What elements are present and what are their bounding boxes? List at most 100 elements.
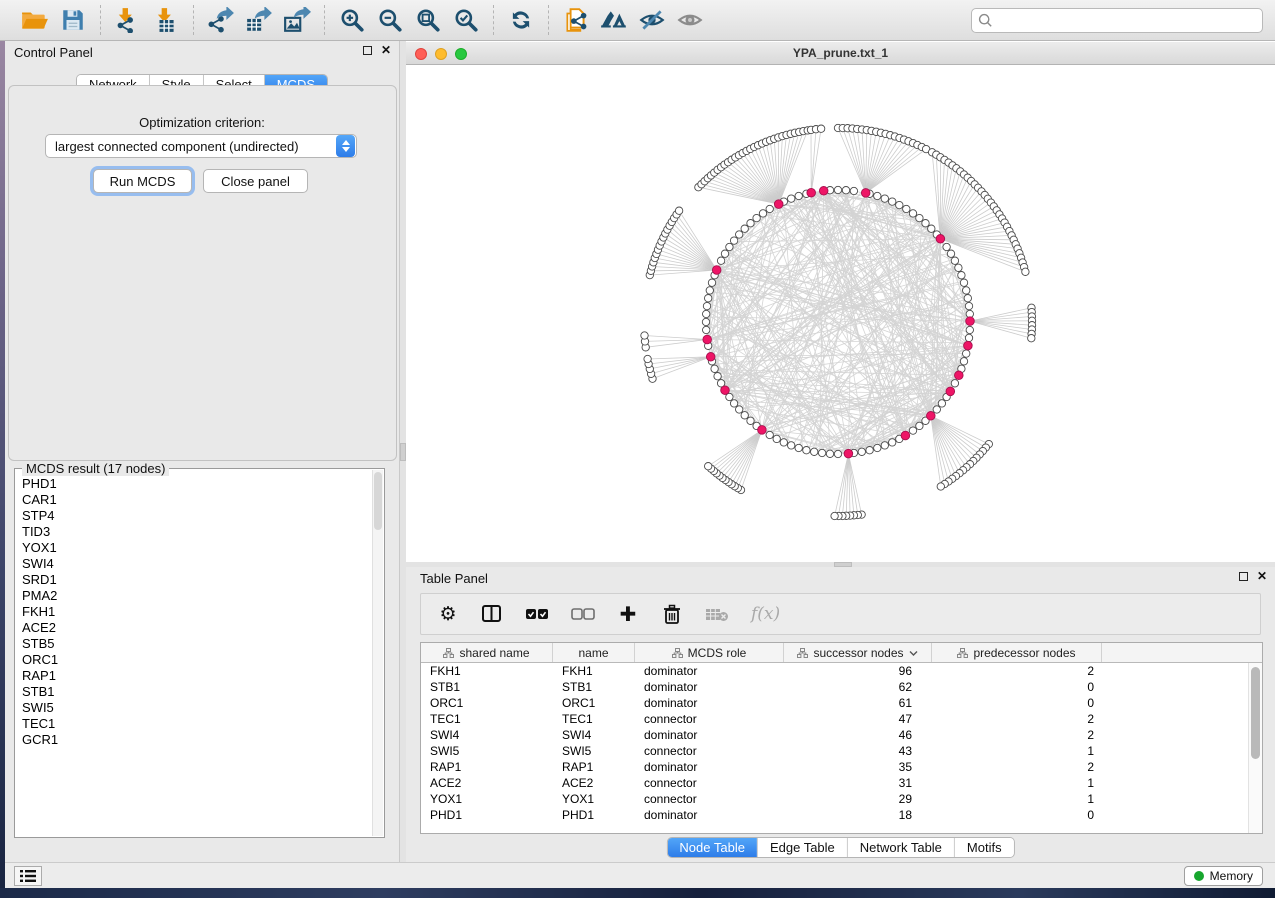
graph-node[interactable] bbox=[943, 243, 950, 250]
table-row[interactable]: SWI4SWI4dominator462 bbox=[421, 727, 1248, 743]
graph-node[interactable] bbox=[889, 439, 896, 446]
graph-node[interactable] bbox=[937, 483, 944, 490]
graph-node[interactable] bbox=[788, 195, 795, 202]
graph-node[interactable] bbox=[866, 447, 873, 454]
graph-hub-node[interactable] bbox=[774, 200, 783, 209]
tab-edge-table[interactable]: Edge Table bbox=[758, 838, 848, 857]
graph-node[interactable] bbox=[933, 406, 940, 413]
graph-node[interactable] bbox=[858, 448, 865, 455]
table-row[interactable]: TEC1TEC1connector472 bbox=[421, 711, 1248, 727]
mcds-result-item[interactable]: FKH1 bbox=[22, 604, 372, 620]
zoom-fit-button[interactable] bbox=[413, 5, 443, 35]
graph-node[interactable] bbox=[965, 302, 972, 309]
column-header-name[interactable]: name bbox=[553, 643, 635, 662]
graph-node[interactable] bbox=[963, 350, 970, 357]
graph-node[interactable] bbox=[881, 442, 888, 449]
graph-node[interactable] bbox=[834, 186, 841, 193]
graph-node[interactable] bbox=[965, 334, 972, 341]
graph-node[interactable] bbox=[850, 187, 857, 194]
network-window-titlebar[interactable]: YPA_prune.txt_1 bbox=[406, 42, 1275, 65]
graph-hub-node[interactable] bbox=[703, 335, 712, 344]
mcds-result-item[interactable]: SRD1 bbox=[22, 572, 372, 588]
table-row[interactable]: ACE2ACE2connector311 bbox=[421, 775, 1248, 791]
graph-node[interactable] bbox=[958, 272, 965, 279]
graph-hub-node[interactable] bbox=[758, 426, 767, 435]
graph-node[interactable] bbox=[741, 412, 748, 419]
graph-node[interactable] bbox=[753, 214, 760, 221]
search-input[interactable] bbox=[971, 8, 1263, 33]
graph-node[interactable] bbox=[1028, 335, 1035, 342]
graph-hub-node[interactable] bbox=[964, 341, 973, 350]
graph-node[interactable] bbox=[881, 195, 888, 202]
close-panel-icon[interactable]: ✕ bbox=[381, 45, 391, 56]
graph-node[interactable] bbox=[947, 250, 954, 257]
graph-hub-node[interactable] bbox=[721, 386, 730, 395]
graph-hub-node[interactable] bbox=[955, 371, 964, 380]
graph-hub-node[interactable] bbox=[712, 266, 721, 275]
float-panel-icon[interactable] bbox=[363, 46, 372, 55]
graph-node[interactable] bbox=[703, 310, 710, 317]
import-network-button[interactable] bbox=[113, 5, 143, 35]
table-row[interactable]: PHD1PHD1dominator180 bbox=[421, 807, 1248, 823]
graph-node[interactable] bbox=[826, 450, 833, 457]
graph-node[interactable] bbox=[874, 444, 881, 451]
graph-node[interactable] bbox=[928, 225, 935, 232]
graph-node[interactable] bbox=[703, 302, 710, 309]
zoom-selected-button[interactable] bbox=[451, 5, 481, 35]
table-settings-button[interactable]: ⚙ bbox=[437, 601, 459, 627]
mcds-result-item[interactable]: TID3 bbox=[22, 524, 372, 540]
table-row[interactable]: STB1STB1dominator620 bbox=[421, 679, 1248, 695]
graph-hub-node[interactable] bbox=[946, 387, 955, 396]
graph-node[interactable] bbox=[896, 201, 903, 208]
clone-network-button[interactable] bbox=[561, 5, 591, 35]
mcds-list-scrollbar[interactable] bbox=[372, 470, 383, 836]
zoom-out-button[interactable] bbox=[375, 5, 405, 35]
mcds-result-item[interactable]: STP4 bbox=[22, 508, 372, 524]
graph-node[interactable] bbox=[903, 205, 910, 212]
graph-node[interactable] bbox=[641, 332, 648, 339]
graph-node[interactable] bbox=[736, 406, 743, 413]
graph-node[interactable] bbox=[909, 427, 916, 434]
mcds-result-item[interactable]: STB5 bbox=[22, 636, 372, 652]
refresh-layout-button[interactable] bbox=[506, 5, 536, 35]
mcds-result-item[interactable]: CAR1 bbox=[22, 492, 372, 508]
table-row[interactable]: FKH1FKH1dominator962 bbox=[421, 663, 1248, 679]
graph-node[interactable] bbox=[717, 257, 724, 264]
mcds-result-item[interactable]: ACE2 bbox=[22, 620, 372, 636]
mcds-result-item[interactable]: SWI5 bbox=[22, 700, 372, 716]
graph-node[interactable] bbox=[951, 380, 958, 387]
scrollbar-thumb[interactable] bbox=[1251, 667, 1260, 759]
graph-node[interactable] bbox=[721, 250, 728, 257]
graph-node[interactable] bbox=[730, 237, 737, 244]
mcds-result-item[interactable]: TEC1 bbox=[22, 716, 372, 732]
graph-node[interactable] bbox=[766, 205, 773, 212]
mcds-result-item[interactable]: PMA2 bbox=[22, 588, 372, 604]
export-table-button[interactable] bbox=[244, 5, 274, 35]
graph-node[interactable] bbox=[803, 447, 810, 454]
graph-node[interactable] bbox=[922, 220, 929, 227]
graph-node[interactable] bbox=[817, 125, 824, 132]
graph-node[interactable] bbox=[741, 225, 748, 232]
table-row[interactable]: ORC1ORC1dominator610 bbox=[421, 695, 1248, 711]
graph-hub-node[interactable] bbox=[807, 188, 816, 197]
graph-node[interactable] bbox=[702, 318, 709, 325]
graph-hub-node[interactable] bbox=[966, 317, 975, 326]
graph-node[interactable] bbox=[960, 358, 967, 365]
graph-node[interactable] bbox=[1022, 268, 1029, 275]
open-session-button[interactable] bbox=[20, 5, 50, 35]
float-panel-icon[interactable] bbox=[1239, 572, 1248, 581]
select-all-checks-button[interactable] bbox=[525, 601, 549, 627]
graph-node[interactable] bbox=[960, 279, 967, 286]
table-row[interactable]: YOX1YOX1connector291 bbox=[421, 791, 1248, 807]
export-image-button[interactable] bbox=[282, 5, 312, 35]
graph-node[interactable] bbox=[831, 512, 838, 519]
column-header-predecessor-nodes[interactable]: predecessor nodes bbox=[932, 643, 1102, 662]
zoom-in-button[interactable] bbox=[337, 5, 367, 35]
graph-hub-node[interactable] bbox=[861, 189, 870, 198]
graph-node[interactable] bbox=[811, 448, 818, 455]
tab-network-table[interactable]: Network Table bbox=[848, 838, 955, 857]
column-header-successor-nodes[interactable]: successor nodes bbox=[784, 643, 932, 662]
table-row[interactable]: SWI5SWI5connector431 bbox=[421, 743, 1248, 759]
graph-node[interactable] bbox=[644, 355, 651, 362]
add-column-button[interactable]: ✚ bbox=[617, 601, 639, 627]
